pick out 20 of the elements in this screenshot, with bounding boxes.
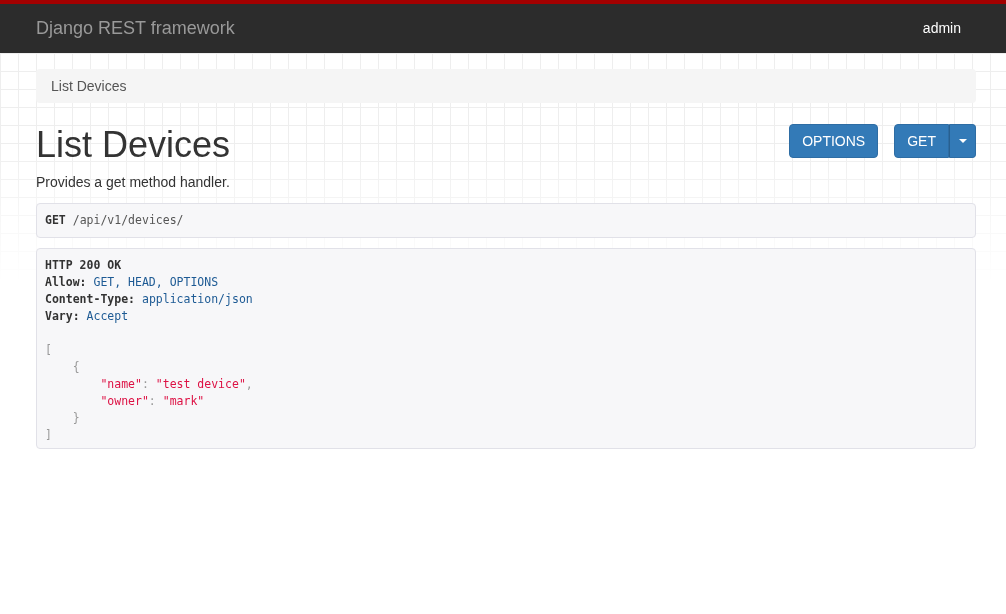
code-line: [ [45, 341, 52, 359]
user-link[interactable]: admin [922, 18, 961, 39]
header-line: Vary: Accept [45, 307, 129, 325]
code-line: } [71, 409, 80, 427]
request-line: GET /api/v1/devices/ [45, 211, 184, 229]
caret-icon [958, 139, 967, 143]
navbar-brand[interactable]: Django REST framework [36, 15, 235, 42]
dropdown-toggle-button[interactable] [949, 124, 976, 158]
breadcrumb-item[interactable]: List Devices [51, 75, 127, 97]
page-title: List Devices [36, 125, 231, 165]
code-line: ] [45, 426, 52, 444]
description-text: Provides a get method handler. [36, 172, 231, 192]
options-button[interactable]: OPTIONS [789, 124, 879, 158]
code-line: { [71, 358, 80, 376]
code-line: "name": "test device", [99, 375, 253, 393]
header-line: Allow: GET, HEAD, OPTIONS [45, 273, 219, 291]
get-button[interactable]: GET [894, 124, 949, 158]
code-line: "owner": "mark" [99, 392, 205, 410]
header-line: Content-Type: application/json [45, 290, 253, 308]
status-line: HTTP 200 OK [45, 256, 122, 274]
